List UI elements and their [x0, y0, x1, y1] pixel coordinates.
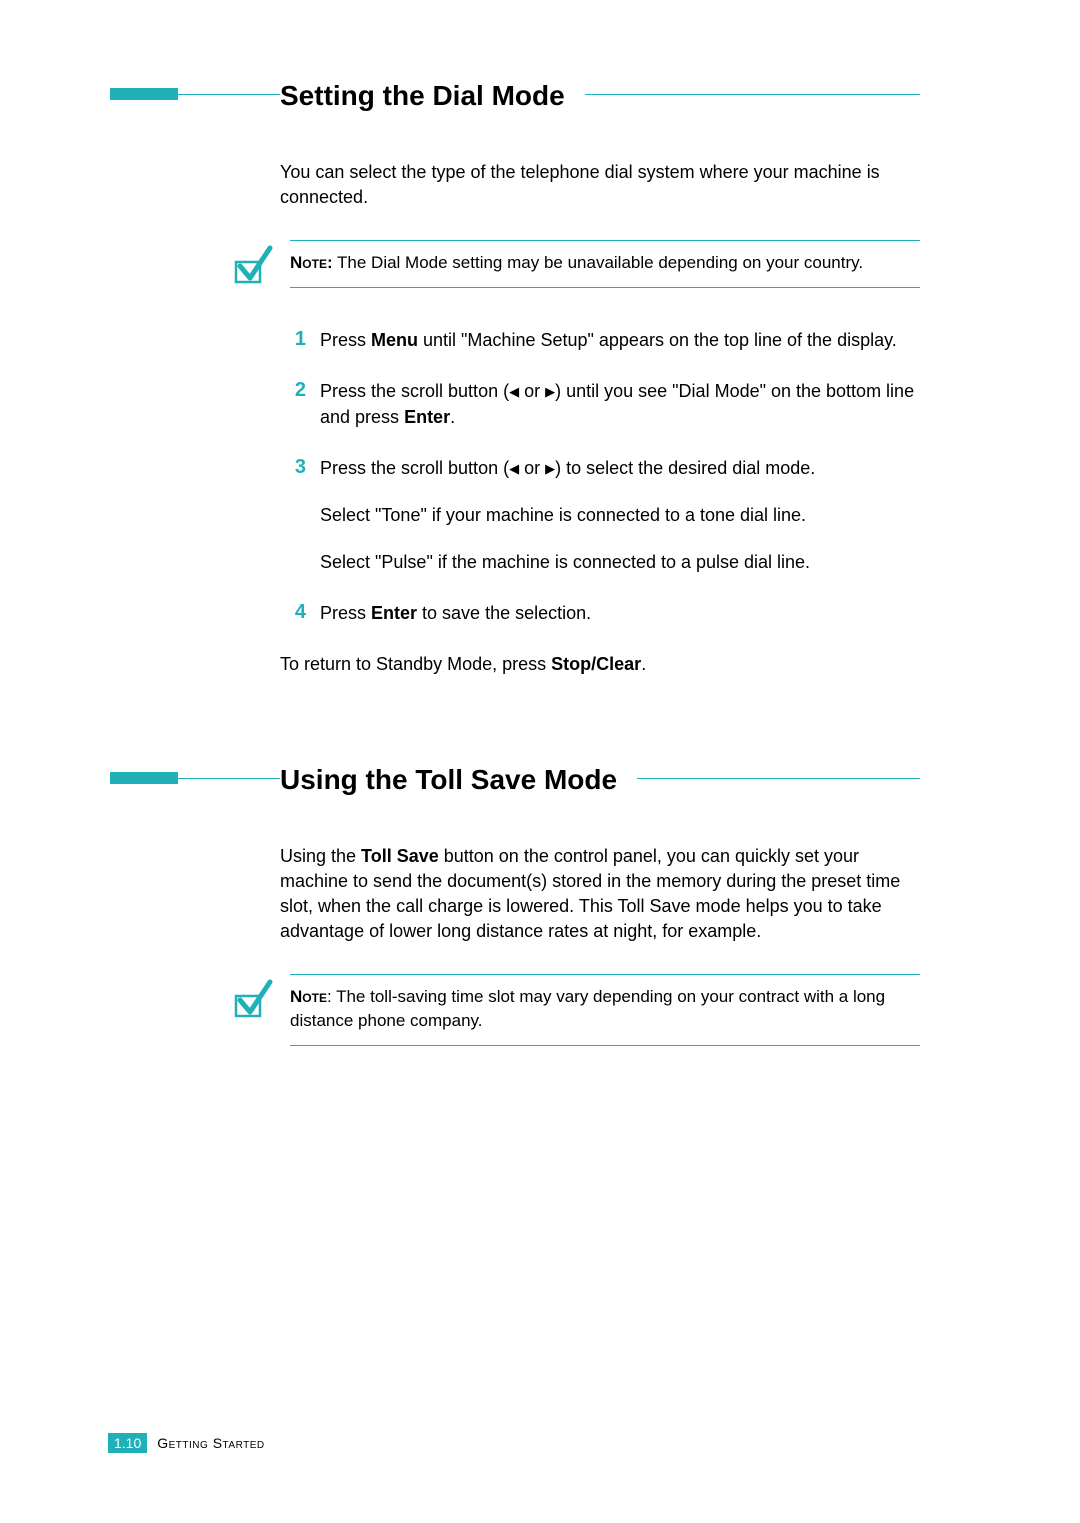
- left-arrow-icon: ◀: [509, 461, 519, 476]
- right-arrow-icon: ▶: [545, 461, 555, 476]
- document-page: Setting the Dial Mode You can select the…: [0, 0, 1080, 1523]
- note-text: : The toll-saving time slot may vary dep…: [290, 987, 885, 1030]
- step-body: Press the scroll button (◀ or ▶) until y…: [310, 379, 920, 429]
- section-1-intro: You can select the type of the telephone…: [280, 160, 920, 210]
- note-block-2: Note: The toll-saving time slot may vary…: [230, 974, 920, 1046]
- step-2: 2 Press the scroll button (◀ or ▶) until…: [280, 379, 920, 429]
- section-1-header: Setting the Dial Mode: [110, 80, 960, 112]
- note-label: Note: [290, 987, 327, 1006]
- left-arrow-icon: ◀: [509, 384, 519, 399]
- step-number: 1: [280, 328, 310, 353]
- note-block-1: Note: The Dial Mode setting may be unava…: [230, 240, 920, 288]
- checkmark-icon: [230, 976, 274, 1020]
- note-body-1: Note: The Dial Mode setting may be unava…: [290, 240, 920, 288]
- chapter-name: Getting Started: [157, 1435, 264, 1451]
- step-1: 1 Press Menu until "Machine Setup" appea…: [280, 328, 920, 353]
- return-instruction: To return to Standby Mode, press Stop/Cl…: [280, 652, 920, 677]
- page-number-badge: 1.10: [108, 1433, 147, 1453]
- section-2-intro: Using the Toll Save button on the contro…: [280, 844, 920, 945]
- step-3: 3 Press the scroll button (◀ or ▶) to se…: [280, 456, 920, 576]
- step-body: Press Enter to save the selection.: [310, 601, 920, 626]
- step-number: 3: [280, 456, 310, 576]
- step-list: 1 Press Menu until "Machine Setup" appea…: [280, 328, 920, 626]
- intro-paragraph: You can select the type of the telephone…: [280, 160, 920, 210]
- step-number: 2: [280, 379, 310, 429]
- step-body: Press Menu until "Machine Setup" appears…: [310, 328, 920, 353]
- checkmark-icon: [230, 242, 274, 286]
- section-2-header: Using the Toll Save Mode: [110, 764, 960, 796]
- note-label: Note:: [290, 253, 333, 272]
- section-2-title-text: Using the Toll Save Mode: [280, 764, 617, 795]
- step-body: Press the scroll button (◀ or ▶) to sele…: [310, 456, 920, 576]
- section-2-title: Using the Toll Save Mode: [280, 764, 637, 796]
- page-footer: 1.10 Getting Started: [108, 1433, 265, 1453]
- section-1-title: Setting the Dial Mode: [280, 80, 585, 112]
- right-arrow-icon: ▶: [545, 384, 555, 399]
- step-number: 4: [280, 601, 310, 626]
- note-text: The Dial Mode setting may be unavailable…: [333, 253, 863, 272]
- section-2: Using the Toll Save Mode Using the Toll …: [110, 764, 960, 1046]
- section-1-title-text: Setting the Dial Mode: [280, 80, 565, 111]
- note-body-2: Note: The toll-saving time slot may vary…: [290, 974, 920, 1046]
- intro-paragraph: Using the Toll Save button on the contro…: [280, 844, 920, 945]
- step-4: 4 Press Enter to save the selection.: [280, 601, 920, 626]
